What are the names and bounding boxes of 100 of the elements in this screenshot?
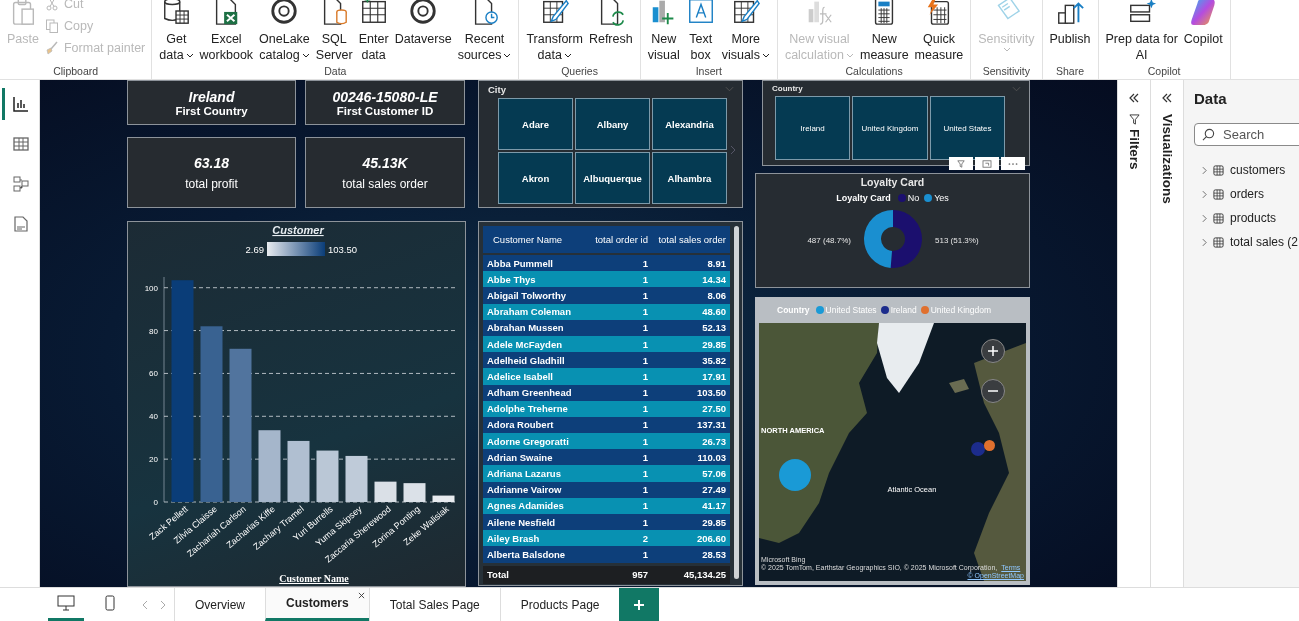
bar <box>432 495 455 502</box>
chevron-right-icon <box>1202 165 1207 175</box>
query-document-icon <box>12 215 30 233</box>
table-cell-text: Adrian Swaine <box>486 451 554 463</box>
table-cell-text: 1 <box>641 387 649 399</box>
table-cell-text: Adele McFayden <box>486 338 563 350</box>
page-tab[interactable]: Customers <box>265 588 369 621</box>
table-cell-text: 41.17 <box>701 500 727 512</box>
slicer-tile[interactable]: Alexandria <box>652 98 727 150</box>
ribbon-button[interactable]: Enter data <box>355 0 392 63</box>
table-tree-item[interactable]: total sales (2 <box>1194 230 1299 254</box>
search-icon <box>1202 128 1215 141</box>
ribbon-button[interactable]: New measure <box>856 0 912 63</box>
table-cell-text: 1 <box>641 548 649 560</box>
table-cell-text: 110.03 <box>696 451 727 463</box>
ribbon-button[interactable]: Copilot <box>1180 0 1226 47</box>
map-bubble[interactable] <box>984 440 995 451</box>
table-cell-text: 1 <box>641 435 649 447</box>
search-field[interactable]: Search <box>1194 123 1299 146</box>
group-label: Copilot <box>1146 65 1182 79</box>
column-header[interactable]: total sales order <box>651 234 730 245</box>
scissors-icon <box>43 0 60 12</box>
table-cell-text: Abbe Thys <box>486 273 537 285</box>
table-tree-item[interactable]: customers <box>1194 158 1299 182</box>
previous-page-icon[interactable] <box>142 599 148 610</box>
table-cell-text: Adorne Gregoratti <box>486 435 570 447</box>
card-value: 00246-15080-LE <box>332 88 438 105</box>
ribbon-button[interactable]: SQL Server <box>312 0 356 63</box>
table-cell-text: Adham Greenhead <box>486 387 573 399</box>
group-label: Sensitivity <box>981 65 1031 79</box>
table-cell-text: 1 <box>641 500 649 512</box>
group-label: Clipboard <box>52 65 100 79</box>
table-cell-text: 1 <box>641 322 649 334</box>
legend-label: Yes <box>934 193 949 203</box>
slicer-tile[interactable]: Albany <box>575 98 650 150</box>
table-cell-text: 35.82 <box>701 354 727 366</box>
ribbon-button[interactable]: More visuals <box>718 0 773 63</box>
legend-label: Ireland <box>890 305 917 315</box>
table-cell-text: Adolphe Treherne <box>486 403 569 415</box>
pane-title[interactable]: Visualizations <box>1159 114 1175 204</box>
plus-icon <box>633 598 646 611</box>
column-header[interactable]: Customer Name <box>483 234 581 245</box>
table-cell-text: 103.50 <box>695 387 727 399</box>
column-header[interactable]: total order id <box>581 234 651 245</box>
total-cell-text: 957 <box>631 569 649 581</box>
table-cell-text: 1 <box>641 338 649 350</box>
ribbon-button[interactable]: OneLake catalog <box>256 0 313 63</box>
legend-label: No <box>907 193 920 203</box>
card-label: total sales order <box>342 176 428 191</box>
card-value: 45.13K <box>362 154 408 171</box>
ribbon-button[interactable]: Dataverse <box>391 0 455 47</box>
table-cell-text: 2 <box>641 532 649 544</box>
pane-title[interactable]: Filters <box>1126 129 1142 170</box>
close-icon[interactable] <box>357 592 365 599</box>
chevron-right-icon[interactable] <box>730 145 736 155</box>
slicer-tile[interactable]: Alhambra <box>652 152 727 204</box>
slicer-tile[interactable]: Akron <box>498 152 573 204</box>
table-tree-item[interactable]: products <box>1194 206 1299 230</box>
group-label: Share <box>1055 65 1086 79</box>
collapse-icon[interactable] <box>1161 92 1173 104</box>
filter-icon[interactable] <box>949 157 973 170</box>
scrollbar[interactable] <box>734 226 739 579</box>
slicer-tile[interactable]: Albuquerque <box>575 152 650 204</box>
data-label: 513 (51.3%) <box>935 236 979 245</box>
group-label: Insert <box>694 65 723 79</box>
table-icon <box>1213 188 1224 200</box>
slicer-tile[interactable]: Ireland <box>775 96 850 160</box>
total-cell-text: 45,134.25 <box>682 569 727 581</box>
next-page-icon[interactable] <box>160 599 166 610</box>
ribbon-button[interactable]: Transform data <box>523 0 586 63</box>
filter-icon <box>1128 114 1140 125</box>
group-label: Calculations <box>844 65 904 79</box>
ribbon-button[interactable]: Get data <box>156 0 197 63</box>
ribbon-button[interactable]: Publish <box>1046 0 1094 47</box>
slicer-tile[interactable]: Adare <box>498 98 573 150</box>
table-cell-text: Adelice Isabell <box>486 370 554 382</box>
table-cell-text: 48.60 <box>701 306 727 318</box>
more-options-icon[interactable] <box>1001 157 1025 170</box>
ribbon-button[interactable]: Prep data for AI <box>1102 0 1181 63</box>
table-icon <box>1213 164 1224 176</box>
ribbon-button[interactable]: Excel workbook <box>196 0 257 63</box>
slicer-tile[interactable]: United States <box>930 96 1005 160</box>
add-page-button[interactable] <box>619 588 660 621</box>
ribbon-button[interactable]: Recent sources <box>454 0 515 63</box>
slicer-tile[interactable]: United Kingdom <box>852 96 928 160</box>
table-cell-text: 14.34 <box>701 273 727 285</box>
table-cell-text: Agnes Adamides <box>486 500 565 512</box>
collapse-icon[interactable] <box>1128 92 1140 104</box>
ribbon-button[interactable]: Text box <box>682 0 719 63</box>
focus-mode-icon[interactable] <box>975 157 999 170</box>
ribbon-button[interactable]: Refresh <box>585 0 636 47</box>
ribbon-button[interactable]: Quick measure <box>911 0 967 63</box>
card-value: 63.18 <box>193 154 229 171</box>
table-tree-item[interactable]: orders <box>1194 182 1299 206</box>
table-cell-text: Abraham Coleman <box>486 306 572 318</box>
data-label: 487 (48.7%) <box>807 236 851 245</box>
card-value: Ireland <box>188 88 235 105</box>
table-cell-text: 1 <box>641 451 649 463</box>
table-cell-text: 57.06 <box>701 468 727 480</box>
ribbon-button[interactable]: New visual <box>644 0 683 63</box>
